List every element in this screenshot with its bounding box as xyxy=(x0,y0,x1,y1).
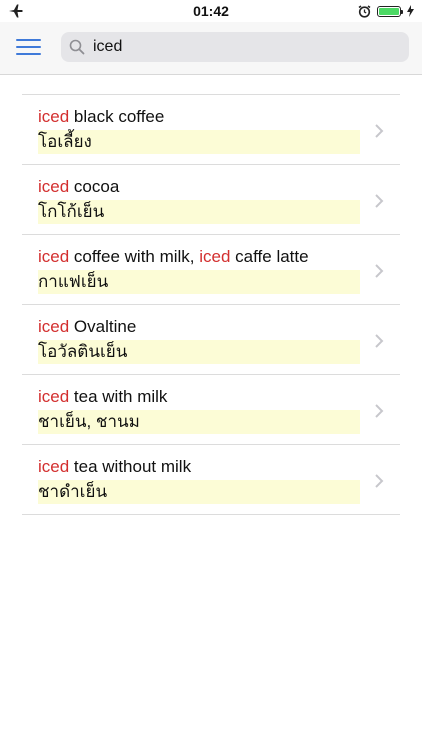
term-text: black coffee xyxy=(69,107,165,126)
term-text: tea without milk xyxy=(69,457,192,476)
result-row[interactable]: iced Ovaltine โอวัลตินเย็น xyxy=(22,305,400,375)
thai-translation: โอวัลตินเย็น xyxy=(38,340,360,364)
search-icon xyxy=(69,39,85,55)
search-bar[interactable] xyxy=(61,32,409,62)
english-term: iced black coffee xyxy=(38,107,164,127)
chevron-right-icon xyxy=(375,264,384,278)
highlighted-match: iced xyxy=(38,317,70,336)
charging-icon xyxy=(407,5,414,17)
result-row[interactable]: iced coffee with milk, iced caffe latte ก… xyxy=(22,235,400,305)
english-term: iced tea without milk xyxy=(38,457,191,477)
search-input[interactable] xyxy=(93,38,393,56)
menu-button[interactable] xyxy=(16,39,41,57)
english-term: iced tea with milk xyxy=(38,387,167,407)
navigation-bar xyxy=(0,22,422,75)
status-bar: 01:42 xyxy=(0,0,422,22)
highlighted-match: iced xyxy=(38,457,70,476)
chevron-right-icon xyxy=(375,474,384,488)
term-text: caffe latte xyxy=(230,247,309,266)
result-row[interactable]: iced tea without milk ชาดำเย็น xyxy=(22,445,400,515)
results-list: iced black coffee โอเลี้ยง iced cocoa โกโก้… xyxy=(22,94,400,515)
term-text: tea with milk xyxy=(69,387,168,406)
highlighted-match: iced xyxy=(38,107,70,126)
battery-icon xyxy=(377,5,403,17)
chevron-right-icon xyxy=(375,334,384,348)
status-time: 01:42 xyxy=(193,3,229,19)
english-term: iced Ovaltine xyxy=(38,317,136,337)
english-term: iced coffee with milk, iced caffe latte xyxy=(38,247,309,267)
thai-translation: โกโก้เย็น xyxy=(38,200,360,224)
term-text: coffee with milk, xyxy=(69,247,200,266)
thai-translation: โอเลี้ยง xyxy=(38,130,360,154)
airplane-icon xyxy=(9,4,23,18)
result-row[interactable]: iced cocoa โกโก้เย็น xyxy=(22,165,400,235)
english-term: iced cocoa xyxy=(38,177,119,197)
highlighted-match: iced xyxy=(38,387,70,406)
thai-translation: ชาเย็น, ชานม xyxy=(38,410,360,434)
alarm-icon xyxy=(358,4,371,18)
chevron-right-icon xyxy=(375,194,384,208)
battery-level xyxy=(379,7,399,15)
result-row[interactable]: iced black coffee โอเลี้ยง xyxy=(22,95,400,165)
result-row[interactable]: iced tea with milk ชาเย็น, ชานม xyxy=(22,375,400,445)
hamburger-icon-line xyxy=(16,53,41,55)
highlighted-match: iced xyxy=(38,177,70,196)
thai-translation: กาแฟเย็น xyxy=(38,270,360,294)
chevron-right-icon xyxy=(375,404,384,418)
highlighted-match: iced xyxy=(199,247,231,266)
chevron-right-icon xyxy=(375,124,384,138)
hamburger-icon-line xyxy=(16,46,41,48)
term-text: Ovaltine xyxy=(69,317,137,336)
thai-translation: ชาดำเย็น xyxy=(38,480,360,504)
highlighted-match: iced xyxy=(38,247,70,266)
term-text: cocoa xyxy=(69,177,120,196)
hamburger-icon-line xyxy=(16,39,41,41)
